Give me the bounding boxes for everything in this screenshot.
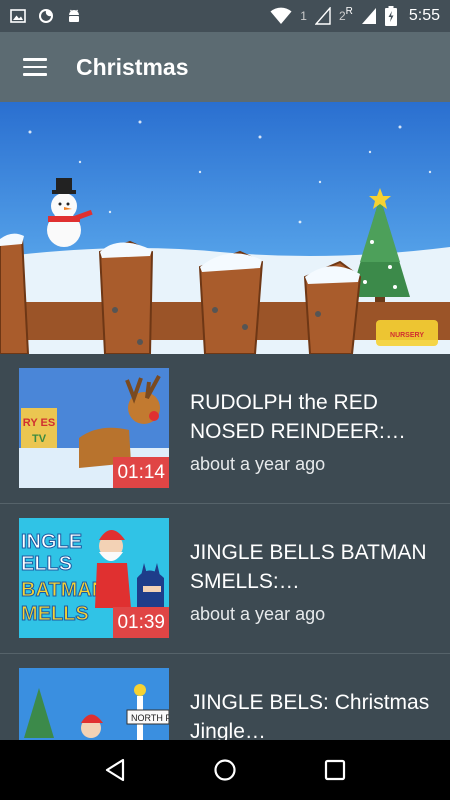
battery-icon — [384, 6, 397, 26]
system-icons: 1 2 R 5:55 — [270, 6, 440, 26]
playlist-banner[interactable]: NURSERY — [0, 102, 450, 354]
back-button[interactable] — [95, 750, 135, 790]
image-icon — [10, 9, 26, 23]
video-info: RUDOLPH the RED NOSED REINDEER:… about a… — [190, 388, 430, 475]
home-button[interactable] — [205, 750, 245, 790]
firefox-icon — [39, 9, 53, 23]
thumb-sign-text: NORTH P — [131, 713, 169, 723]
thumb-text: RY ES — [23, 417, 55, 429]
video-title: RUDOLPH the RED NOSED REINDEER:… — [190, 391, 406, 443]
thumb-line2: ELLS — [21, 553, 72, 575]
wifi-icon — [270, 7, 292, 24]
back-icon — [105, 758, 125, 782]
banner-illustration: NURSERY — [0, 102, 450, 354]
video-list-item[interactable]: RY ES TV 01:14 RUDOLPH the RED NOSED REI… — [0, 354, 450, 504]
video-info: JINGLE BELLS BATMAN SMELLS:… about a yea… — [190, 538, 430, 625]
video-info: JINGLE BELS: Christmas Jingle… — [190, 688, 430, 740]
recents-button[interactable] — [315, 750, 355, 790]
signal-icon — [314, 7, 331, 25]
android-icon — [69, 9, 79, 22]
app-bar: Christmas — [0, 32, 450, 102]
hamburger-menu-icon — [23, 58, 47, 76]
signal-icon-2 — [361, 8, 376, 24]
home-icon — [214, 759, 236, 781]
video-title: JINGLE BELS: Christmas Jingle… — [190, 691, 430, 740]
video-thumbnail: RY ES TV 01:14 — [19, 368, 169, 488]
duration-badge: 01:14 — [113, 457, 169, 488]
status-time: 5:55 — [408, 7, 440, 24]
sim2-label: 2 — [338, 9, 346, 23]
video-thumbnail: NORTH P — [19, 668, 169, 740]
video-timestamp: about a year ago — [190, 454, 326, 474]
video-timestamp: about a year ago — [190, 604, 326, 624]
system-nav-bar — [0, 740, 450, 800]
status-bar: 1 2 R 5:55 — [0, 0, 450, 32]
thumb-line3: BATMAN — [21, 579, 106, 601]
video-thumbnail: INGLE ELLS BATMAN MELLS 01:39 — [19, 518, 169, 638]
channel-logo: NURSERY — [376, 320, 438, 346]
duration-badge: 01:39 — [113, 607, 169, 638]
video-list-item[interactable]: INGLE ELLS BATMAN MELLS 01:39 JINGLE BEL… — [0, 504, 450, 654]
page-title: Christmas — [76, 53, 189, 80]
thumb-line4: MELLS — [21, 603, 89, 625]
notification-icons — [10, 8, 82, 24]
thumb-line1: INGLE — [21, 531, 82, 553]
svg-text:TV: TV — [32, 433, 47, 445]
recents-icon — [324, 759, 346, 781]
video-list-item[interactable]: NORTH P JINGLE BELS: Christmas Jingle… — [0, 654, 450, 740]
svg-text:NURSERY: NURSERY — [390, 332, 424, 339]
video-title: JINGLE BELLS BATMAN SMELLS:… — [190, 541, 427, 593]
sim1-label: 1 — [300, 9, 307, 23]
video-list: RY ES TV 01:14 RUDOLPH the RED NOSED REI… — [0, 354, 450, 740]
roaming-label: R — [345, 5, 353, 17]
menu-button[interactable] — [0, 32, 70, 102]
